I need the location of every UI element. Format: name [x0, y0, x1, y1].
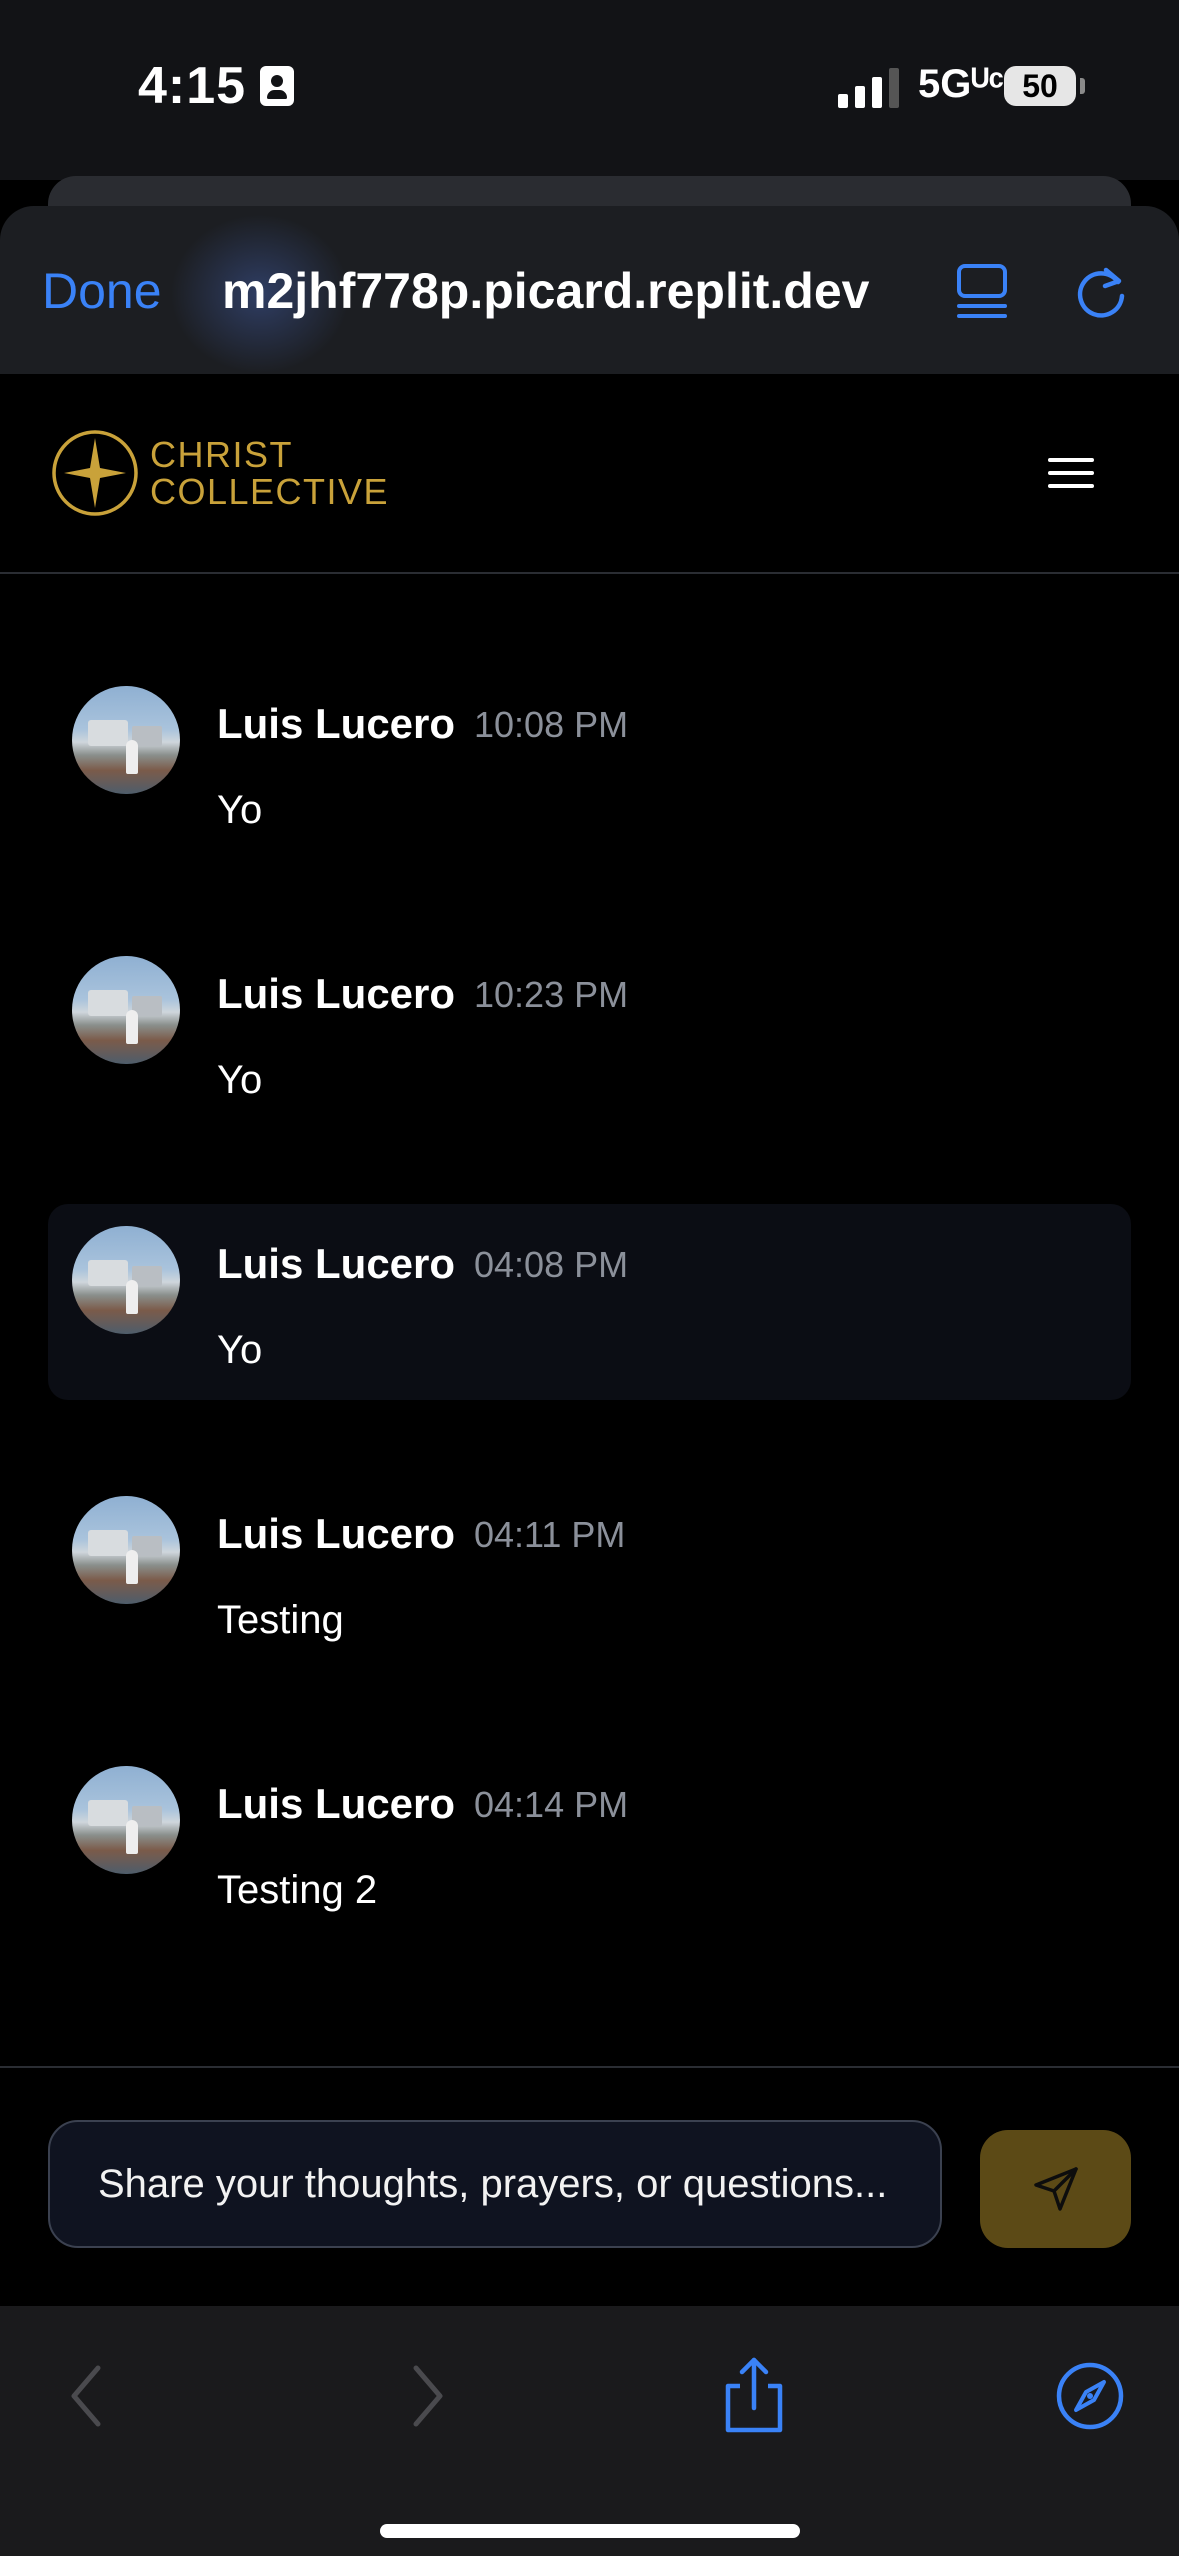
status-time: 4:15: [138, 56, 295, 116]
message-list: Luis Lucero 10:08 PM Yo Luis Lucero 10:23 PM…: [0, 572, 1179, 2066]
message-item[interactable]: Luis Lucero 10:23 PM Yo: [48, 934, 1131, 1130]
safari-compass-button[interactable]: [1050, 2356, 1130, 2436]
message-author: Luis Lucero: [217, 700, 456, 747]
avatar[interactable]: [72, 1766, 180, 1874]
app-header: CHRIST COLLECTIVE: [0, 374, 1179, 574]
message-input[interactable]: [48, 2120, 942, 2248]
message-timestamp: 04:11 PM: [474, 1514, 626, 1555]
message-item[interactable]: Luis Lucero 10:08 PM Yo: [48, 664, 1131, 860]
avatar[interactable]: [72, 1496, 180, 1604]
compass-icon: [1056, 2362, 1124, 2430]
message-author: Luis Lucero: [217, 1510, 456, 1557]
message-timestamp: 04:08 PM: [474, 1244, 629, 1285]
share-icon: [725, 2357, 783, 2433]
avatar[interactable]: [72, 956, 180, 1064]
back-button[interactable]: [46, 2356, 126, 2436]
message-item[interactable]: Luis Lucero 04:14 PM Testing 2: [48, 1744, 1131, 1940]
star-logo-icon[interactable]: [50, 428, 140, 518]
message-text: Yo: [217, 788, 263, 832]
cellular-signal-icon: [838, 68, 899, 108]
brand-line-1: CHRIST: [150, 434, 293, 475]
url-display[interactable]: m2jhf778p.picard.replit.dev: [222, 262, 912, 320]
send-icon: [1033, 2167, 1078, 2211]
battery-icon: 50: [1004, 66, 1076, 106]
reload-icon[interactable]: [1072, 262, 1130, 320]
message-item[interactable]: Luis Lucero 04:11 PM Testing: [48, 1474, 1131, 1670]
home-indicator: [380, 2524, 800, 2538]
avatar[interactable]: [72, 686, 180, 794]
message-author: Luis Lucero: [217, 1240, 456, 1287]
status-bar: 4:15 5Gᵁᶜ 50: [0, 0, 1179, 180]
message-timestamp: 10:23 PM: [474, 974, 629, 1015]
share-button[interactable]: [714, 2356, 794, 2436]
message-author: Luis Lucero: [217, 1780, 456, 1827]
browser-toolbar: [0, 2306, 1179, 2556]
hamburger-menu-icon[interactable]: [1048, 450, 1094, 496]
composer: [0, 2066, 1179, 2308]
battery-nub: [1080, 78, 1085, 94]
clock: 4:15: [138, 57, 247, 115]
brand-line-2: COLLECTIVE: [150, 471, 390, 512]
message-text: Yo: [217, 1058, 263, 1102]
message-text: Yo: [217, 1328, 263, 1372]
message-item[interactable]: Luis Lucero 04:08 PM Yo: [48, 1204, 1131, 1400]
battery-level: 50: [1022, 67, 1058, 104]
back-icon: [71, 2365, 101, 2427]
send-button[interactable]: [980, 2130, 1131, 2248]
forward-icon: [413, 2365, 443, 2427]
message-text: Testing 2: [217, 1868, 378, 1912]
contact-card-icon: [260, 66, 295, 106]
forward-button[interactable]: [388, 2356, 468, 2436]
message-author: Luis Lucero: [217, 970, 456, 1017]
avatar[interactable]: [72, 1226, 180, 1334]
message-timestamp: 04:14 PM: [474, 1784, 629, 1825]
reader-mode-icon[interactable]: [955, 262, 1009, 320]
brand-name[interactable]: CHRIST COLLECTIVE: [150, 436, 389, 510]
page: 4:15 5Gᵁᶜ 50 Done m2jhf778p.picard.repli…: [0, 0, 1179, 2556]
message-text: Testing: [217, 1598, 344, 1642]
done-button[interactable]: Done: [42, 262, 162, 320]
message-timestamp: 10:08 PM: [474, 704, 629, 745]
network-type: 5Gᵁᶜ: [918, 62, 1004, 106]
